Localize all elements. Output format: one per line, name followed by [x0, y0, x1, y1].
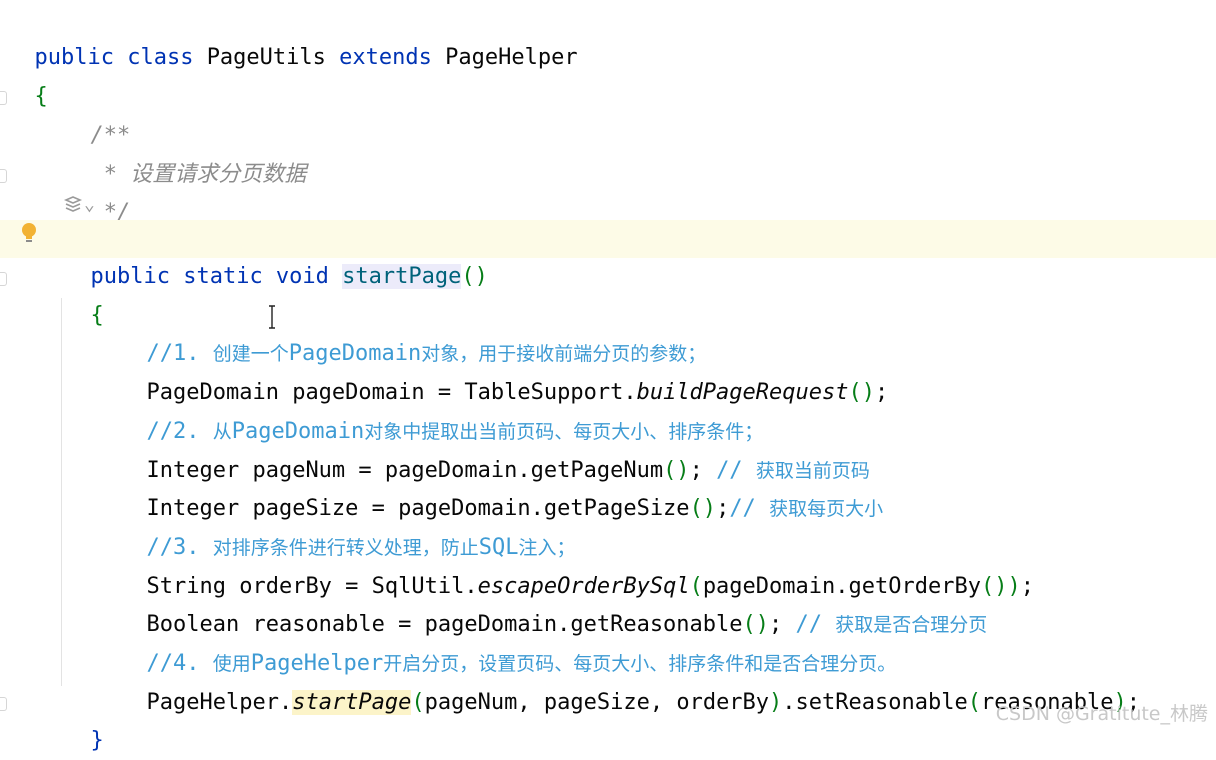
chevron-down-icon: ⌄: [84, 194, 95, 215]
code-line-doc-close[interactable]: */: [64, 156, 1216, 225]
code-line-doc-open[interactable]: /**: [64, 79, 1216, 148]
code-line-doc-desc[interactable]: * 设置请求分页数据: [64, 118, 1216, 187]
code-line-stmt-3[interactable]: Integer pageSize = pageDomain.getPageSiz…: [120, 452, 1216, 521]
code-line-class-open[interactable]: {: [8, 40, 1216, 109]
code-line-stmt-2[interactable]: Integer pageNum = pageDomain.getPageNum(…: [120, 414, 1216, 483]
fold-marker-icon[interactable]: [0, 272, 7, 286]
code-line-method-open[interactable]: {: [64, 259, 1216, 328]
open-brace: {: [90, 303, 104, 328]
code-line-comment-3[interactable]: //3. 对排序条件进行转义处理，防止SQL注入；: [120, 491, 1216, 560]
code-line-stmt-1[interactable]: PageDomain pageDomain = TableSupport.bui…: [120, 336, 1216, 405]
fold-marker-icon[interactable]: [0, 91, 7, 105]
ai-assistant-icon: [63, 196, 83, 212]
code-line-comment-2[interactable]: //2. 从PageDomain对象中提取出当前页码、每页大小、排序条件；: [120, 375, 1216, 444]
fold-marker-icon[interactable]: [0, 697, 7, 711]
code-line-stmt-4[interactable]: String orderBy = SqlUtil.escapeOrderBySq…: [120, 530, 1216, 599]
text-cursor-icon: [269, 305, 275, 329]
close-brace: }: [90, 728, 104, 753]
code-line-class-decl[interactable]: public class PageUtils extends PageHelpe…: [8, 1, 1216, 70]
ai-assistant-inlay[interactable]: ⌄: [62, 194, 95, 216]
code-line-stmt-5[interactable]: Boolean reasonable = pageDomain.getReaso…: [120, 568, 1216, 637]
code-line-method-text[interactable]: public static void startPage(): [64, 220, 488, 289]
lightbulb-icon[interactable]: [20, 222, 38, 246]
code-line-stmt-6[interactable]: PageHelper.startPage(pageNum, pageSize, …: [120, 646, 1216, 715]
watermark: CSDN @Gratitute_林腾: [995, 703, 1208, 725]
fold-marker-icon[interactable]: [0, 169, 7, 183]
open-brace: {: [34, 84, 48, 109]
code-line-comment-1[interactable]: //1. 创建一个PageDomain对象，用于接收前端分页的参数；: [120, 297, 1216, 366]
indent-guide: [61, 298, 62, 686]
code-line-comment-4[interactable]: //4. 使用PageHelper开启分页，设置页码、每页大小、排序条件和是否合…: [120, 607, 1216, 676]
